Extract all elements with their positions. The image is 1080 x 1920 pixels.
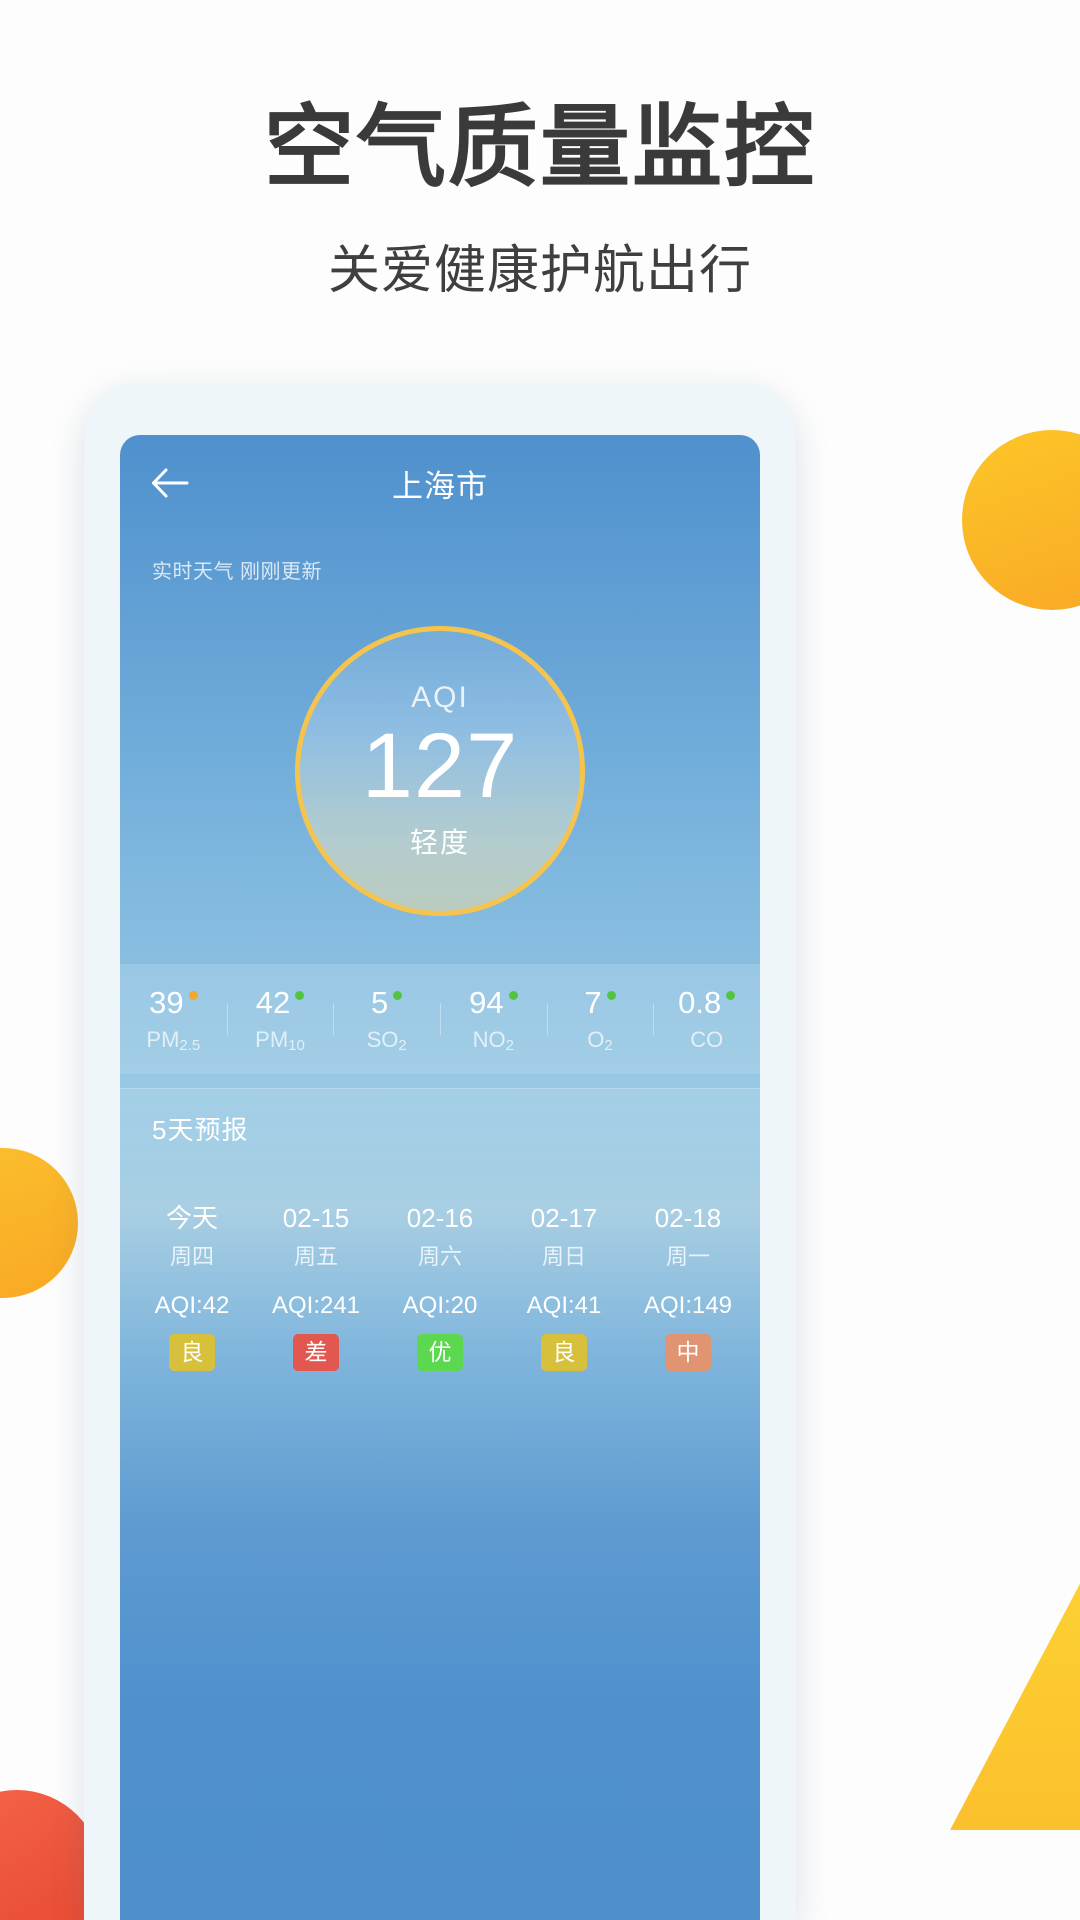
- pollutant-status-dot: [295, 991, 305, 1000]
- pollutant-value: 0.8: [678, 985, 722, 1020]
- pollutant-value-row: 5: [371, 985, 403, 1020]
- pollutant-item: 94 NO2: [440, 985, 547, 1054]
- forecast-header: 5天预报: [120, 1088, 760, 1168]
- forecast-day[interactable]: 今天周四 AQI:42 良: [130, 1202, 254, 1372]
- forecast-aqi: AQI:149: [643, 1292, 733, 1319]
- forecast-day[interactable]: 02-18 周一 AQI:149 中: [626, 1202, 750, 1372]
- forecast-weekday: 周六: [417, 1243, 462, 1269]
- forecast-quality-badge: 良: [541, 1333, 587, 1372]
- aqi-value: 127: [361, 715, 519, 818]
- forecast-quality-badge: 优: [417, 1333, 463, 1372]
- forecast-weekday: 周五: [293, 1243, 338, 1269]
- forecast-date: 今天: [165, 1203, 218, 1233]
- forecast-date: 02-15: [282, 1203, 350, 1233]
- forecast-day[interactable]: 02-15 周五 AQI:241 差: [254, 1202, 378, 1372]
- city-title: 上海市: [392, 468, 488, 504]
- decor-triangle-right: [950, 1470, 1080, 1830]
- update-status: 实时天气 刚刚更新: [152, 561, 323, 583]
- pollutant-status-dot: [188, 991, 198, 1000]
- arrow-left-icon: [152, 468, 189, 498]
- decor-circle-left: [0, 1148, 78, 1298]
- forecast-date: 02-17: [530, 1203, 598, 1233]
- aqi-section: AQI 127 轻度: [120, 626, 760, 916]
- page-subtitle: 关爱健康护航出行: [327, 242, 752, 300]
- aqi-label: AQI: [411, 681, 469, 715]
- pollutant-value: 5: [371, 985, 389, 1020]
- pollutant-status-dot: [726, 991, 736, 1000]
- forecast-weekday: 周四: [169, 1243, 214, 1269]
- forecast-day[interactable]: 02-16 周六 AQI:20 优: [378, 1202, 502, 1372]
- decor-circle-right: [962, 430, 1080, 610]
- aqi-level: 轻度: [409, 826, 470, 858]
- forecast-title: 5天预报: [152, 1115, 249, 1145]
- forecast-quality-badge: 差: [293, 1333, 339, 1372]
- pollutant-strip: 39 PM2.5 42 PM10 5 SO2 94 NO2 7 O2 0.8 CO: [120, 964, 760, 1074]
- pollutant-status-dot: [508, 991, 518, 1000]
- forecast-aqi: AQI:42: [154, 1292, 230, 1319]
- pollutant-item: 7 O2: [546, 985, 654, 1054]
- aqi-gauge: AQI 127 轻度: [295, 626, 585, 916]
- pollutant-status-dot: [606, 991, 616, 1000]
- pollutant-value-row: 0.8: [678, 985, 736, 1020]
- pollutant-name: CO: [690, 1027, 724, 1052]
- page-title: 空气质量监控: [264, 98, 816, 198]
- forecast-quality-badge: 良: [169, 1333, 215, 1372]
- pollutant-value: 42: [255, 985, 291, 1020]
- forecast-weekday: 周日: [541, 1243, 586, 1269]
- back-button[interactable]: [142, 455, 198, 511]
- pollutant-name: O2: [587, 1027, 613, 1054]
- forecast-quality-badge: 中: [665, 1333, 711, 1372]
- forecast-aqi: AQI:41: [526, 1292, 602, 1319]
- forecast-date: 02-16: [406, 1203, 474, 1233]
- pollutant-value-row: 39: [149, 985, 198, 1020]
- pollutant-value-row: 42: [255, 985, 305, 1020]
- pollutant-name: PM10: [255, 1027, 305, 1054]
- pollutant-value-row: 7: [584, 985, 616, 1020]
- forecast-weekday: 周一: [665, 1243, 710, 1269]
- app-navbar: 上海市: [120, 435, 760, 531]
- app-screen: 上海市 实时天气 刚刚更新 AQI 127 轻度 39 PM2.5 42 PM10 5 S…: [120, 435, 760, 1920]
- forecast-day[interactable]: 02-17 周日 AQI:41 良: [502, 1202, 626, 1372]
- pollutant-value-row: 94: [469, 985, 518, 1020]
- pollutant-item: 42 PM10: [226, 985, 334, 1054]
- pollutant-name: PM2.5: [146, 1027, 201, 1054]
- promo-page: 空气质量监控 关爱健康护航出行 上海市 实时天气 刚刚更新 AQI 127 轻度: [0, 0, 1080, 1920]
- pollutant-item: 5 SO2: [333, 985, 440, 1054]
- forecast-aqi: AQI:20: [402, 1292, 478, 1319]
- pollutant-name: SO2: [366, 1027, 407, 1054]
- pollutant-item: 0.8 CO: [653, 987, 760, 1051]
- pollutant-status-dot: [393, 991, 403, 1000]
- pollutant-name: NO2: [472, 1027, 515, 1054]
- phone-mockup: 上海市 实时天气 刚刚更新 AQI 127 轻度 39 PM2.5 42 PM10 5 S…: [84, 383, 796, 1920]
- pollutant-value: 39: [149, 985, 184, 1020]
- pollutant-item: 39 PM2.5: [120, 985, 227, 1054]
- forecast-aqi: AQI:241: [271, 1292, 361, 1319]
- forecast-row: 今天周四 AQI:42 良 02-15 周五 AQI:241 差 02-16 周六 AQI:20 优…: [120, 1168, 760, 1411]
- pollutant-value: 94: [469, 985, 504, 1020]
- forecast-date: 02-18: [654, 1203, 722, 1233]
- pollutant-value: 7: [584, 985, 602, 1020]
